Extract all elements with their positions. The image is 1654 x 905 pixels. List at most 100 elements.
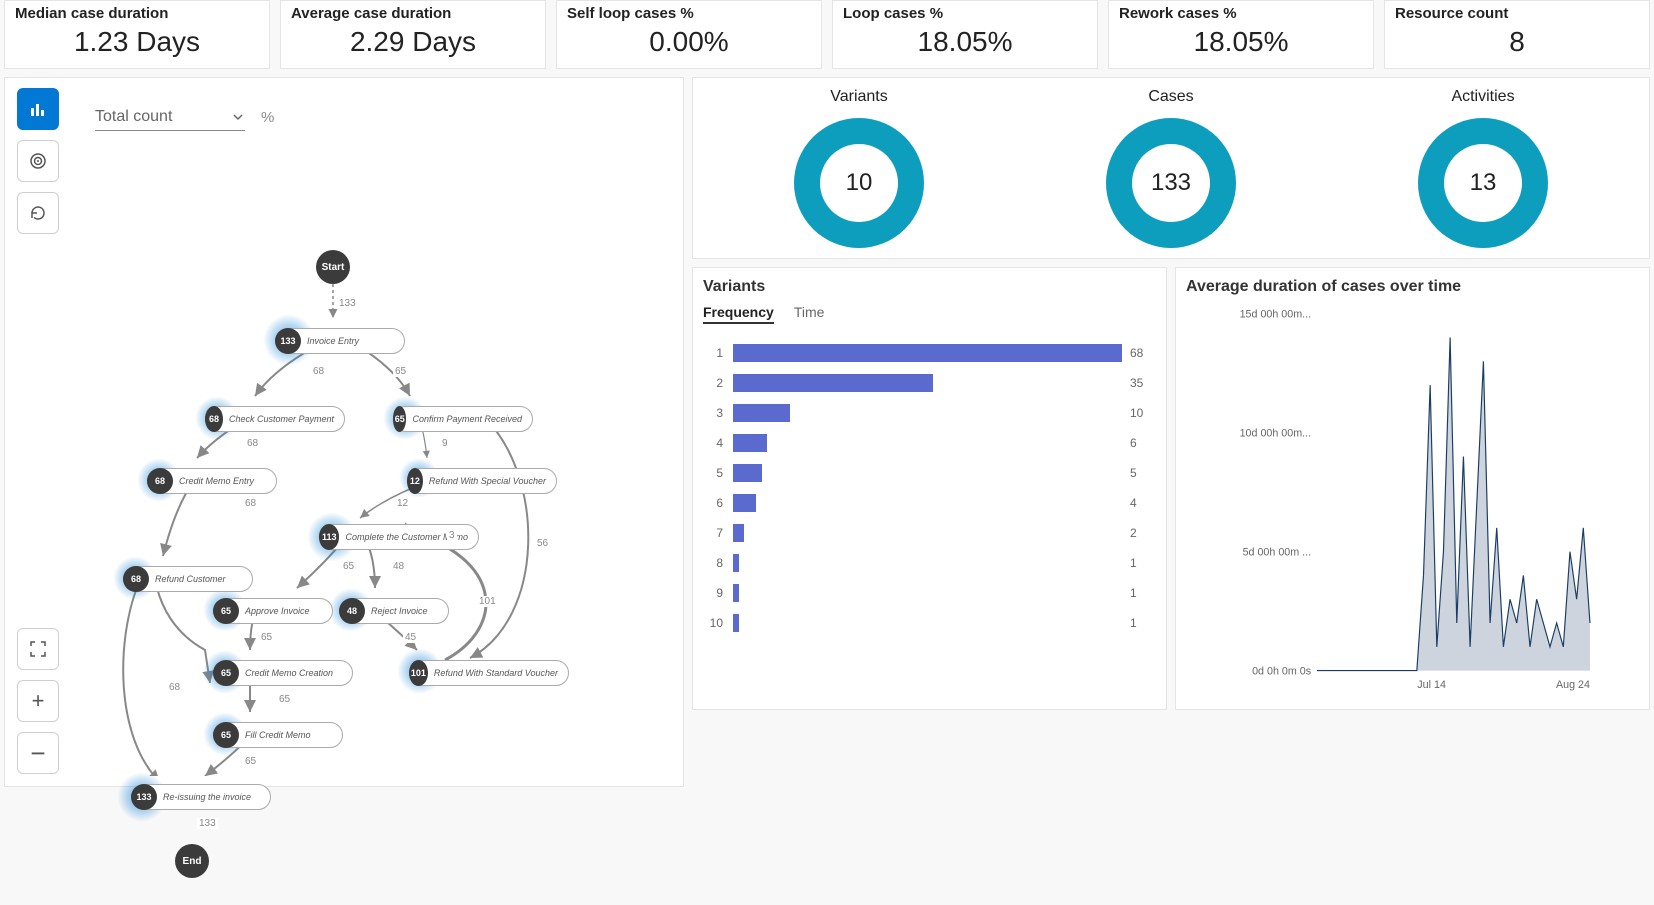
svg-text:Aug 24: Aug 24 [1556,679,1590,691]
metric-dropdown-label: Total count [95,108,172,126]
bar-chart-icon [29,100,47,118]
bar-value: 2 [1130,526,1156,540]
tab-time[interactable]: Time [794,304,825,324]
donut-variants: Variants 10 [794,88,924,248]
bar-value: 68 [1130,346,1156,360]
bar-fill [733,434,767,452]
bar-value: 5 [1130,466,1156,480]
percent-toggle[interactable]: % [261,109,274,126]
refresh-icon [29,204,47,222]
bar-index: 5 [703,466,723,480]
bar-row[interactable]: 2 35 [703,368,1156,398]
edge-label: 68 [243,498,258,509]
edge-label: 65 [393,366,408,377]
svg-text:5d 00h 00m ...: 5d 00h 00m ... [1243,547,1312,559]
edge-label: 65 [259,632,274,643]
node-credit-memo-entry[interactable]: 68Credit Memo Entry [147,468,277,494]
bar-row[interactable]: 3 10 [703,398,1156,428]
bar-row[interactable]: 1 68 [703,338,1156,368]
node-refund-special-voucher[interactable]: 12Refund With Special Voucher [407,468,557,494]
view-mode-button[interactable] [17,88,59,130]
variants-panel: Variants Frequency Time 1 682 353 104 65… [692,267,1167,710]
donut-value: 10 [846,169,873,197]
node-reissuing-invoice[interactable]: 133Re-issuing the invoice [131,784,271,810]
process-flow-area[interactable]: Start 133Invoice Entry 68Check Customer … [75,138,673,776]
bar-index: 3 [703,406,723,420]
donut-chart[interactable]: 13 [1418,118,1548,248]
bar-track [733,584,1122,602]
kpi-title: Loop cases % [843,5,1087,22]
bar-value: 1 [1130,586,1156,600]
bar-row[interactable]: 9 1 [703,578,1156,608]
duration-over-time-panel: Average duration of cases over time 0d 0… [1175,267,1650,710]
bar-fill [733,584,739,602]
kpi-value: 18.05% [1119,26,1363,58]
kpi-value: 0.00% [567,26,811,58]
variant-bar-chart[interactable]: 1 682 353 104 65 56 47 28 19 110 1 [703,338,1156,638]
metric-dropdown[interactable]: Total count [95,104,245,131]
node-refund-standard-voucher[interactable]: 101Refund With Standard Voucher [409,660,569,686]
kpi-value: 2.29 Days [291,26,535,58]
donut-cases: Cases 133 [1106,88,1236,248]
duration-line-chart[interactable]: 0d 0h 0m 0s 5d 00h 00m ... 10d 00h 00m... 1… [1186,304,1639,694]
kpi-card-loop: Loop cases % 18.05% [832,0,1098,69]
bar-track [733,434,1122,452]
kpi-card-selfloop: Self loop cases % 0.00% [556,0,822,69]
panel-title: Variants [703,278,1156,296]
node-reject-invoice[interactable]: 48Reject Invoice [339,598,449,624]
donut-chart[interactable]: 10 [794,118,924,248]
edge-label: 101 [477,596,498,607]
edges-svg [75,138,673,776]
minus-icon: − [30,738,45,769]
node-check-customer-payment[interactable]: 68Check Customer Payment [205,406,345,432]
bar-value: 1 [1130,556,1156,570]
fullscreen-button[interactable] [17,628,59,670]
bar-fill [733,404,790,422]
node-confirm-payment-received[interactable]: 65Confirm Payment Received [393,406,533,432]
svg-text:10d 00h 00m...: 10d 00h 00m... [1240,428,1312,440]
edge-label: 3 [447,530,457,541]
bar-row[interactable]: 4 6 [703,428,1156,458]
node-credit-memo-creation[interactable]: 65Credit Memo Creation [213,660,353,686]
target-icon [29,152,47,170]
bar-row[interactable]: 6 4 [703,488,1156,518]
bar-fill [733,494,756,512]
bar-index: 9 [703,586,723,600]
target-button[interactable] [17,140,59,182]
bar-track [733,404,1122,422]
kpi-title: Self loop cases % [567,5,811,22]
svg-text:15d 00h 00m...: 15d 00h 00m... [1240,309,1312,321]
donut-title: Activities [1418,88,1548,106]
bar-track [733,524,1122,542]
node-fill-credit-memo[interactable]: 65Fill Credit Memo [213,722,343,748]
edge-label: 65 [341,561,356,572]
bar-row[interactable]: 10 1 [703,608,1156,638]
bar-row[interactable]: 8 1 [703,548,1156,578]
edge-label: 9 [440,438,450,449]
bar-row[interactable]: 7 2 [703,518,1156,548]
bar-value: 1 [1130,616,1156,630]
chevron-down-icon [231,110,245,124]
refresh-button[interactable] [17,192,59,234]
node-refund-customer[interactable]: 68Refund Customer [123,566,253,592]
edge-label: 68 [167,682,182,693]
bar-index: 4 [703,436,723,450]
bar-fill [733,614,739,632]
flow-end-node[interactable]: End [175,844,209,878]
bar-row[interactable]: 5 5 [703,458,1156,488]
bar-index: 7 [703,526,723,540]
node-approve-invoice[interactable]: 65Approve Invoice [213,598,333,624]
edge-label: 12 [395,498,410,509]
bar-fill [733,554,739,572]
tab-frequency[interactable]: Frequency [703,304,774,324]
kpi-title: Resource count [1395,5,1639,22]
flow-start-node[interactable]: Start [316,250,350,284]
svg-text:0d 0h 0m 0s: 0d 0h 0m 0s [1252,666,1311,678]
zoom-out-button[interactable]: − [17,732,59,774]
donut-chart[interactable]: 133 [1106,118,1236,248]
zoom-in-button[interactable]: + [17,680,59,722]
bar-value: 4 [1130,496,1156,510]
node-invoice-entry[interactable]: 133Invoice Entry [275,328,405,354]
process-map-panel: + − Total count % [4,77,684,787]
fullscreen-icon [30,641,46,657]
